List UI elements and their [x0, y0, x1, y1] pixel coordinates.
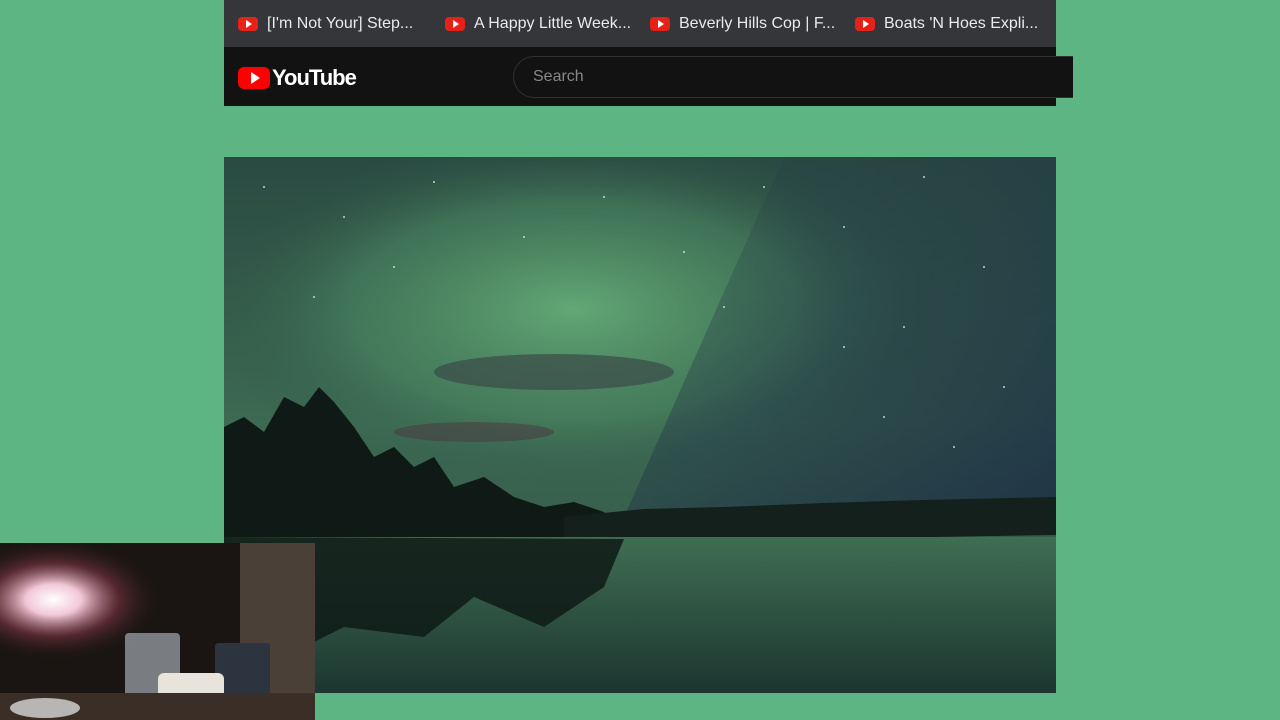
bookmarks-bar: [I'm Not Your] Step... A Happy Little We… [224, 0, 1056, 47]
bookmark-label: [I'm Not Your] Step... [267, 14, 414, 32]
youtube-favicon-icon [650, 16, 670, 31]
youtube-play-icon [238, 67, 270, 89]
logo-text: YouTube [272, 65, 357, 90]
youtube-logo[interactable]: YouTube [238, 65, 357, 91]
bookmark-item[interactable]: [I'm Not Your] Step... [224, 0, 415, 47]
youtube-favicon-icon [445, 16, 465, 31]
youtube-masthead: YouTube [224, 47, 1073, 106]
youtube-favicon-icon [238, 16, 258, 31]
bookmark-label: A Happy Little Week... [474, 14, 632, 32]
bookmark-item[interactable]: Boats 'N Hoes Expli... [837, 0, 1044, 47]
webcam-overlay [0, 543, 315, 720]
video-player[interactable] [224, 157, 1056, 693]
aurora-video-frame [224, 157, 1056, 693]
bookmark-label: Beverly Hills Cop | F... [679, 14, 836, 32]
search-box[interactable] [513, 56, 1073, 98]
search-input[interactable] [531, 67, 1073, 87]
bookmark-label: Boats 'N Hoes Expli... [884, 14, 1039, 32]
bookmark-item[interactable]: Beverly Hills Cop | F... [632, 0, 837, 47]
youtube-favicon-icon [855, 16, 875, 31]
bookmark-item[interactable]: A Happy Little Week... [415, 0, 632, 47]
webcam-feed-image [0, 543, 315, 720]
